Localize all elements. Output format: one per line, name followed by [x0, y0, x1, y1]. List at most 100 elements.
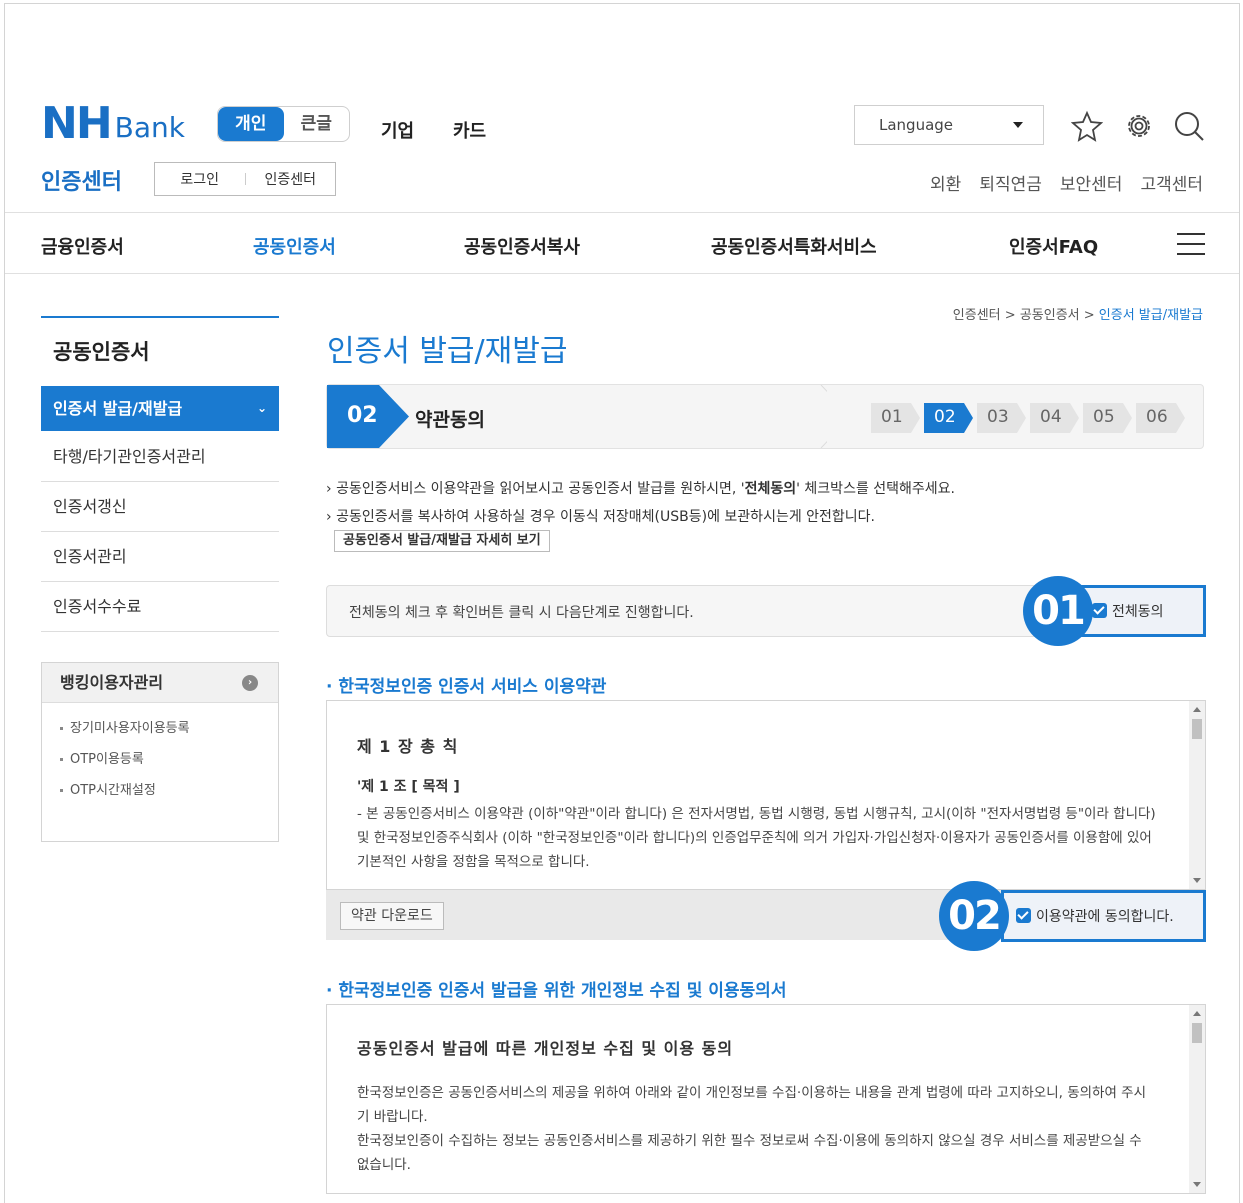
banking-user-header[interactable]: 뱅킹이용자관리 › — [42, 663, 278, 703]
hamburger-menu-icon[interactable] — [1177, 233, 1205, 255]
scroll-up-icon[interactable] — [1193, 1011, 1201, 1016]
step-indicator: 02 약관동의 01 02 03 04 05 06 — [326, 384, 1204, 449]
agree-all-text: 전체동의 체크 후 확인버튼 클릭 시 다음단계로 진행합니다. — [349, 605, 694, 621]
global-nav: 금융인증서 공동인증서 공동인증서복사 공동인증서특화서비스 인증서FAQ — [5, 212, 1239, 274]
page-title: 인증서 발급/재발급 — [327, 334, 568, 369]
sidebar-item-issue[interactable]: 인증서 발급/재발급 ⌄ — [41, 386, 279, 431]
step-current-name: 약관동의 — [415, 409, 485, 431]
callout-number-02: 02 — [939, 881, 1009, 951]
nav-cert-special[interactable]: 공동인증서특화서비스 — [711, 233, 877, 259]
terms-agree-checkbox[interactable]: 이용약관에 동의합니다. — [1001, 890, 1206, 942]
tab-large-text[interactable]: 큰글 — [284, 107, 350, 141]
login-links: 로그인 인증센터 — [154, 162, 336, 196]
privacy-scroll-box[interactable]: 공동인증서 발급에 따른 개인정보 수집 및 이용 동의 한국정보인증은 공동인… — [326, 1004, 1206, 1194]
checkbox-checked-icon — [1016, 908, 1031, 923]
nav-cert-faq[interactable]: 인증서FAQ — [1009, 233, 1098, 259]
step-chip: 02 — [924, 403, 973, 433]
sidebar-item-fee[interactable]: 인증서수수료 — [41, 582, 279, 632]
sidebar-item-renew[interactable]: 인증서갱신 — [41, 482, 279, 532]
terms-agree-label: 이용약관에 동의합니다. — [1036, 909, 1174, 925]
step-chip: 03 — [977, 403, 1026, 433]
login-link[interactable]: 로그인 — [155, 169, 245, 189]
step-chip-label: 02 — [934, 407, 956, 427]
banking-user-title: 뱅킹이용자관리 — [60, 673, 164, 692]
step-chip-label: 05 — [1093, 407, 1115, 427]
step-chip: 01 — [871, 403, 920, 433]
step-chip-label: 03 — [987, 407, 1009, 427]
nh-bank-logo[interactable]: NH Bank — [41, 102, 185, 146]
gear-icon[interactable] — [1123, 110, 1155, 142]
terms-body: - 본 공동인증서비스 이용약관 (이하"약관"이라 합니다) 은 전자서명법,… — [357, 806, 1156, 870]
language-select[interactable]: Language — [854, 105, 1044, 145]
breadcrumb-item[interactable]: 인증센터 — [953, 308, 1001, 323]
search-icon[interactable] — [1173, 110, 1205, 142]
bank-link-dormant[interactable]: 장기미사용자이용등록 — [42, 713, 278, 744]
terms-article: '제 1 조 [ 목적 ] — [357, 779, 460, 795]
sidebar-title: 공동인증서 — [41, 316, 279, 366]
personal-large-toggle: 개인 큰글 — [217, 106, 350, 142]
notice-line-1: › 공동인증서비스 이용약관을 읽어보시고 공동인증서 발급를 원하시면, '전… — [326, 481, 956, 497]
notice-emph: 전체동의 — [744, 481, 797, 497]
tab-personal[interactable]: 개인 — [218, 107, 284, 141]
step-chip-label: 06 — [1146, 407, 1168, 427]
language-label: Language — [879, 116, 954, 134]
scrollbar[interactable] — [1189, 701, 1205, 889]
scroll-down-icon[interactable] — [1193, 1182, 1201, 1187]
sidebar-menu: 타행/타기관인증서관리 인증서갱신 인증서관리 인증서수수료 — [41, 432, 279, 632]
link-card[interactable]: 카드 — [453, 117, 486, 143]
agree-all-checkbox[interactable]: 전체동의 — [1077, 585, 1206, 637]
callout-number-01: 01 — [1023, 576, 1093, 646]
scroll-up-icon[interactable] — [1193, 707, 1201, 712]
sidebar-item-manage[interactable]: 인증서관리 — [41, 532, 279, 582]
page-frame: NH Bank 개인 큰글 기업 카드 Language 인증센터 로그인 인증… — [4, 3, 1240, 1203]
sidebar-item-other-bank[interactable]: 타행/타기관인증서관리 — [41, 432, 279, 482]
util-security-center[interactable]: 보안센터 — [1060, 170, 1123, 195]
cert-center-link[interactable]: 인증센터 — [246, 169, 336, 189]
nav-joint-cert[interactable]: 공동인증서 — [253, 233, 336, 259]
step-chip-label: 04 — [1040, 407, 1062, 427]
chevron-down-icon: ⌄ — [256, 401, 267, 415]
privacy-paragraph-1: 한국정보인증은 공동인증서비스의 제공을 위하여 아래와 같이 개인정보를 수집… — [357, 1085, 1147, 1125]
terms-scroll-box[interactable]: 제 1 장 총 칙 '제 1 조 [ 목적 ] - 본 공동인증서비스 이용약관… — [326, 700, 1206, 890]
section-title-terms: · 한국정보인증 인증서 서비스 이용약관 — [326, 677, 607, 697]
step-chips: 01 02 03 04 05 06 — [871, 403, 1185, 433]
step-chip: 04 — [1030, 403, 1079, 433]
scroll-down-icon[interactable] — [1193, 878, 1201, 883]
logo-nh: NH — [41, 98, 113, 149]
bank-link-otp-register[interactable]: OTP이용등록 — [42, 744, 278, 775]
nav-financial-cert[interactable]: 금융인증서 — [41, 233, 124, 259]
logo-bank: Bank — [114, 111, 185, 144]
arrow-right-icon: › — [242, 675, 258, 691]
detail-view-button[interactable]: 공동인증서 발급/재발급 자세히 보기 — [334, 530, 550, 552]
breadcrumb: 인증센터 > 공동인증서 > 인증서 발급/재발급 — [952, 308, 1203, 323]
breadcrumb-current: 인증서 발급/재발급 — [1098, 308, 1203, 323]
util-customer-center[interactable]: 고객센터 — [1140, 170, 1203, 195]
section-title-privacy: · 한국정보인증 인증서 발급을 위한 개인정보 수집 및 이용동의서 — [326, 981, 787, 1001]
checkbox-checked-icon — [1092, 603, 1107, 618]
caret-down-icon — [1013, 122, 1023, 128]
scroll-thumb[interactable] — [1192, 1023, 1202, 1043]
util-foreign-exchange[interactable]: 외환 — [930, 170, 961, 195]
step-badge-shape — [327, 385, 827, 448]
notice-list: › 공동인증서비스 이용약관을 읽어보시고 공동인증서 발급를 원하시면, '전… — [326, 478, 955, 534]
step-chip-label: 01 — [881, 407, 903, 427]
breadcrumb-item[interactable]: 공동인증서 — [1020, 308, 1080, 323]
terms-chapter: 제 1 장 총 칙 — [357, 737, 459, 756]
nav-cert-copy[interactable]: 공동인증서복사 — [464, 233, 580, 259]
banking-user-list: 장기미사용자이용등록 OTP이용등록 OTP시간재설정 — [42, 703, 278, 806]
step-chip: 06 — [1136, 403, 1185, 433]
util-retirement-pension[interactable]: 퇴직연금 — [979, 170, 1042, 195]
scroll-thumb[interactable] — [1192, 719, 1202, 739]
sidebar-item-label: 인증서 발급/재발급 — [53, 399, 183, 418]
bank-link-otp-reset[interactable]: OTP시간재설정 — [42, 775, 278, 806]
privacy-paragraph-2: 한국정보인증이 수집하는 정보는 공동인증서비스를 제공하기 위한 필수 정보로… — [357, 1133, 1142, 1173]
privacy-heading: 공동인증서 발급에 따른 개인정보 수집 및 이용 동의 — [357, 1039, 734, 1058]
banking-user-box: 뱅킹이용자관리 › 장기미사용자이용등록 OTP이용등록 OTP시간재설정 — [41, 662, 279, 842]
agree-all-label: 전체동의 — [1112, 604, 1164, 620]
scrollbar[interactable] — [1189, 1005, 1205, 1193]
link-corporate[interactable]: 기업 — [381, 117, 414, 143]
cert-center-title: 인증센터 — [41, 170, 122, 195]
star-icon[interactable] — [1071, 110, 1103, 142]
utility-links: 외환 퇴직연금 보안센터 고객센터 — [930, 170, 1203, 195]
terms-download-button[interactable]: 약관 다운로드 — [340, 902, 444, 930]
